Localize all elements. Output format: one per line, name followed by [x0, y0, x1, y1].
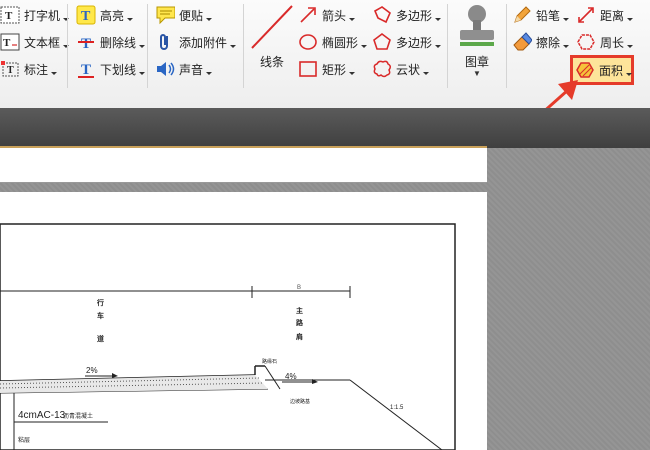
main-bot-label: 肩 [295, 332, 303, 341]
paperclip-icon [155, 32, 175, 52]
underline-button[interactable]: T 下划线 [76, 58, 145, 80]
cloud-icon [372, 59, 392, 79]
distance-button[interactable]: 距离 [576, 4, 633, 26]
pencil-label: 铅笔 [536, 8, 561, 23]
typewriter-button[interactable]: T 打字机 [0, 4, 69, 26]
oval-button[interactable]: 椭圆形 [298, 31, 367, 53]
cloud-label: 云状 [396, 62, 421, 77]
ratio-label: 1:1.5 [390, 405, 404, 411]
rectangle-button[interactable]: 矩形 [298, 58, 355, 80]
ruler-distance-icon [576, 5, 596, 25]
oval-label: 椭圆形 [322, 35, 359, 50]
polygon-button[interactable]: 多边形 [372, 4, 441, 26]
cloud-button[interactable]: 云状 [372, 58, 429, 80]
callout-button[interactable]: T 标注 [0, 58, 57, 80]
underline-icon: T [76, 59, 96, 79]
stamp-icon [460, 5, 494, 46]
pencil-button[interactable]: 铅笔 [512, 4, 569, 26]
arrow-icon [298, 5, 318, 25]
pentagon-icon [372, 32, 392, 52]
note-label: 便贴 [179, 8, 204, 23]
note-button[interactable]: 便贴 [155, 4, 212, 26]
distance-label: 距离 [600, 8, 625, 23]
document-toolbar-bar [0, 108, 650, 148]
textbox-icon: T [0, 32, 20, 52]
textbox-button[interactable]: T 文本框 [0, 31, 69, 53]
slope-right-label: 4% [285, 372, 297, 381]
oval-icon [298, 32, 318, 52]
strikeout-label: 删除线 [100, 35, 137, 50]
lines-button[interactable]: 线条 [248, 4, 296, 70]
road-cross-section-drawing: B 行 车 道 主 路 肩 2% 4% 路缘石 边坡路基 1:1.5 4cmAC… [0, 223, 456, 450]
sound-button[interactable]: 声音 [155, 58, 212, 80]
svg-text:T: T [81, 9, 91, 24]
lane-mid-label: 车 [97, 311, 104, 320]
typewriter-label: 打字机 [24, 8, 61, 23]
polyline-label: 多边形 [396, 35, 433, 50]
perimeter-label: 周长 [600, 35, 625, 50]
svg-text:T: T [7, 65, 14, 76]
attachment-button[interactable]: 添加附件 [155, 31, 236, 53]
dim-top-label: B [297, 285, 301, 291]
lines-label: 线条 [259, 55, 284, 69]
main-mid-label: 路 [296, 318, 304, 327]
arrow-label: 箭头 [322, 8, 347, 23]
edge-label: 边坡路基 [290, 398, 310, 405]
pencil-icon [512, 5, 532, 25]
highlight-button[interactable]: T 高亮 [76, 4, 133, 26]
layer1-label: 4cmAC-13 [18, 410, 66, 421]
perimeter-button[interactable]: 周长 [576, 31, 633, 53]
group-separator [447, 4, 448, 88]
typewriter-icon: T [0, 5, 20, 25]
curb-label: 路缘石 [262, 358, 277, 365]
chevron-down-icon: ▼ [473, 69, 481, 78]
polygon-label: 多边形 [396, 8, 433, 23]
attachment-label: 添加附件 [179, 35, 228, 50]
svg-text:T: T [5, 10, 13, 22]
eraser-label: 擦除 [536, 35, 561, 50]
callout-icon: T [0, 59, 20, 79]
main-top-label: 主 [296, 306, 303, 315]
document-page[interactable]: B 行 车 道 主 路 肩 2% 4% 路缘石 边坡路基 1:1.5 4cmAC… [0, 192, 487, 450]
polyline-button[interactable]: 多边形 [372, 31, 441, 53]
lane-bot-label: 道 [97, 334, 104, 343]
layer2-label: 粘层 [18, 436, 30, 444]
eraser-button[interactable]: 擦除 [512, 31, 569, 53]
document-page-previous [0, 148, 487, 183]
svg-text:T: T [3, 37, 11, 49]
group-separator [243, 4, 244, 88]
group-separator [67, 4, 68, 88]
strikeout-icon: T [76, 32, 96, 52]
perimeter-icon [576, 32, 596, 52]
line-icon [251, 5, 293, 49]
textbox-label: 文本框 [24, 35, 61, 50]
rectangle-icon [298, 59, 318, 79]
area-label: 面积 [599, 63, 624, 78]
sticky-note-icon [155, 5, 175, 25]
arrow-button[interactable]: 箭头 [298, 4, 355, 26]
lane-top-label: 行 [96, 298, 104, 307]
eraser-icon [512, 32, 532, 52]
group-separator [147, 4, 148, 88]
underline-label: 下划线 [100, 62, 137, 77]
svg-text:T: T [81, 36, 91, 52]
sound-label: 声音 [179, 62, 204, 77]
layer1-suffix-label: 沥青混凝土 [63, 412, 93, 420]
slope-left-label: 2% [86, 366, 98, 375]
strikeout-button[interactable]: T 删除线 [76, 31, 145, 53]
speaker-icon [155, 59, 175, 79]
svg-text:T: T [81, 62, 91, 78]
callout-label: 标注 [24, 62, 49, 77]
rectangle-label: 矩形 [322, 62, 347, 77]
highlight-icon: T [76, 5, 96, 25]
stamp-label: 图章 [464, 55, 489, 69]
polygon-icon [372, 5, 392, 25]
stamp-button[interactable]: 图章 ▼ [452, 2, 502, 78]
highlight-label: 高亮 [100, 8, 125, 23]
